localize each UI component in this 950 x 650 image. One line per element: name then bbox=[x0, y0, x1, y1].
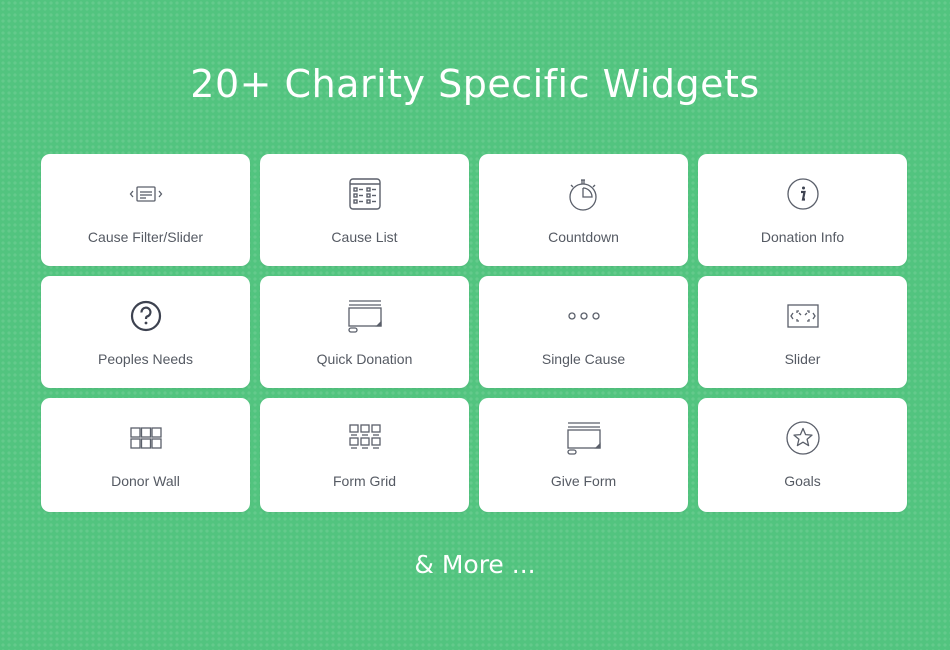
widget-card-quick-donation[interactable]: Quick Donation bbox=[260, 276, 469, 388]
widget-card-single-cause[interactable]: Single Cause bbox=[479, 276, 688, 388]
widget-card-donation-info[interactable]: Donation Info bbox=[698, 154, 907, 266]
info-circle-icon bbox=[783, 176, 823, 212]
widget-label: Goals bbox=[784, 473, 821, 489]
list-grid-icon bbox=[345, 176, 385, 212]
form-window-icon bbox=[345, 298, 385, 334]
widget-card-cause-filter-slider[interactable]: Cause Filter/Slider bbox=[41, 154, 250, 266]
widget-card-form-grid[interactable]: Form Grid bbox=[260, 398, 469, 512]
form-grid-icon bbox=[345, 420, 385, 456]
widget-card-give-form[interactable]: Give Form bbox=[479, 398, 688, 512]
carousel-icon bbox=[126, 176, 166, 212]
widget-label: Countdown bbox=[548, 229, 619, 245]
widget-label: Give Form bbox=[550, 473, 617, 489]
widget-card-donor-wall[interactable]: Donor Wall bbox=[41, 398, 250, 512]
question-circle-icon bbox=[126, 298, 166, 334]
widget-label: Form Grid bbox=[333, 473, 396, 489]
widget-label: Donation Info bbox=[760, 229, 845, 245]
widget-label: Peoples Needs bbox=[98, 351, 193, 367]
page-title: 20+ Charity Specific Widgets bbox=[190, 62, 760, 106]
widget-card-cause-list[interactable]: Cause List bbox=[260, 154, 469, 266]
three-dots-icon bbox=[564, 298, 604, 334]
widget-label: Cause Filter/Slider bbox=[87, 229, 204, 245]
expand-slider-icon bbox=[783, 298, 823, 334]
widget-label: Quick Donation bbox=[316, 351, 413, 367]
widget-label: Donor Wall bbox=[111, 473, 180, 489]
widget-label: Cause List bbox=[331, 229, 398, 245]
grid-3x2-icon bbox=[126, 420, 166, 456]
form-window-icon bbox=[564, 420, 604, 456]
widget-card-countdown[interactable]: Countdown bbox=[479, 154, 688, 266]
widget-label: Slider bbox=[784, 351, 821, 367]
widget-card-slider[interactable]: Slider bbox=[698, 276, 907, 388]
widget-card-peoples-needs[interactable]: Peoples Needs bbox=[41, 276, 250, 388]
widget-label: Single Cause bbox=[541, 351, 626, 367]
stopwatch-icon bbox=[564, 176, 604, 212]
more-widgets-text: & More ... bbox=[414, 550, 536, 579]
widget-card-goals[interactable]: Goals bbox=[698, 398, 907, 512]
widget-grid: Cause Filter/Slider Cause List Countdown… bbox=[41, 154, 909, 512]
star-circle-icon bbox=[783, 420, 823, 456]
